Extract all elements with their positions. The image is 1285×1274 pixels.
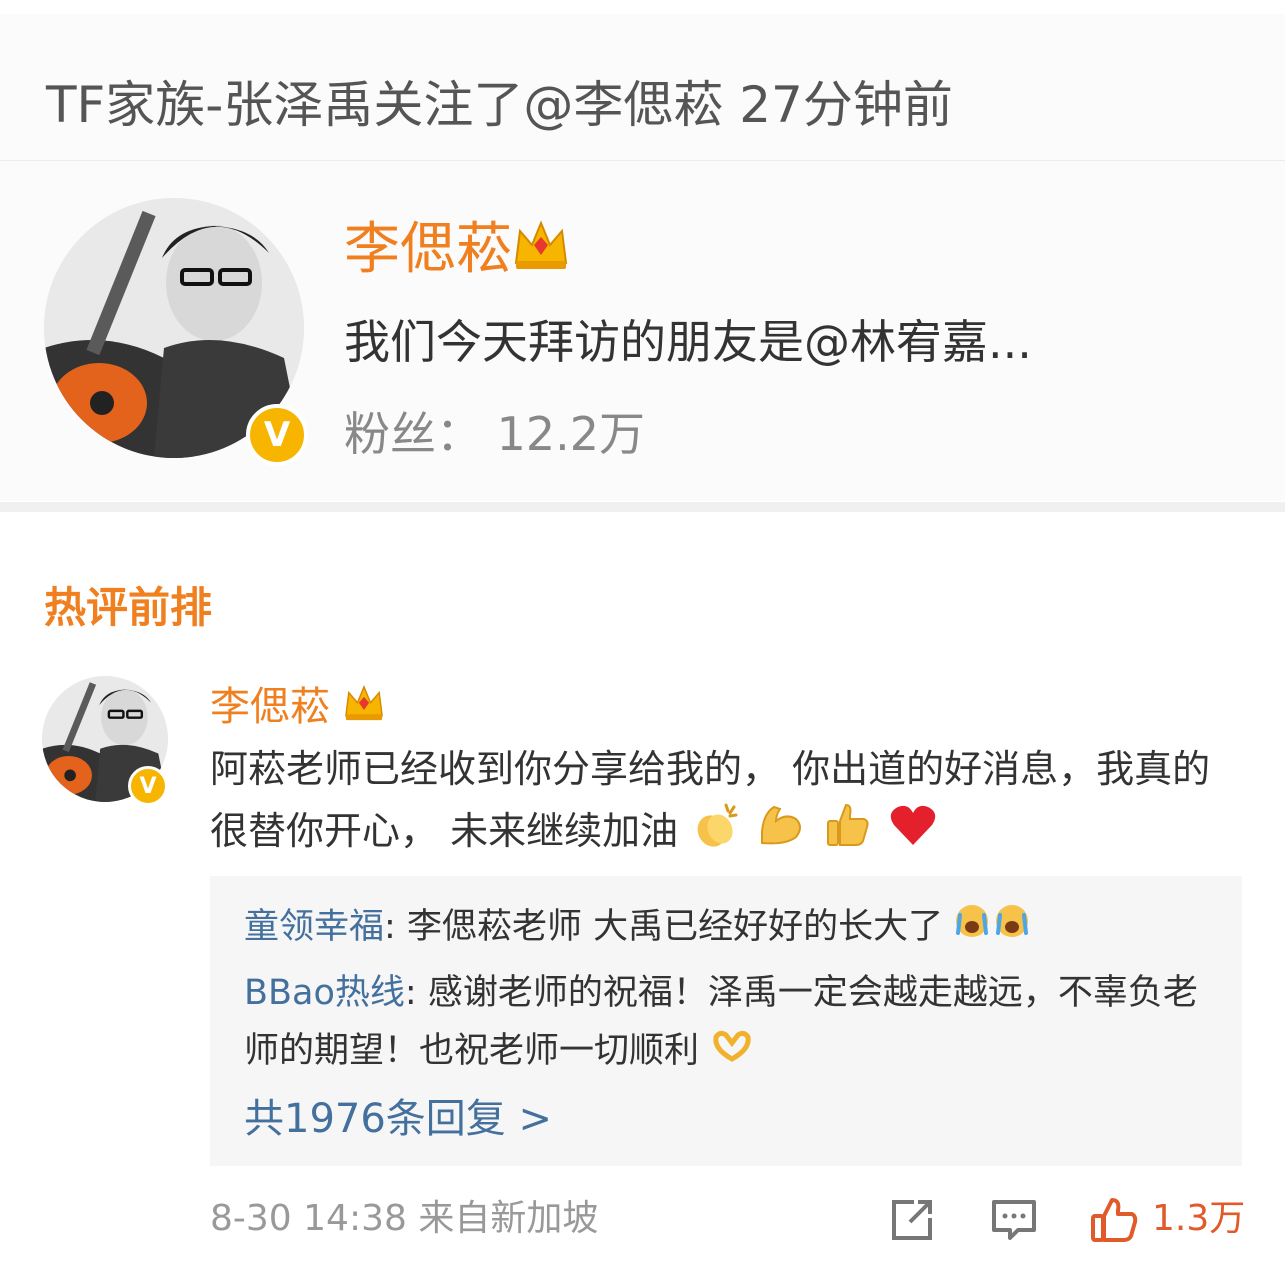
replies-box[interactable]: 童领幸福: 李偲菘老师 大禹已经好好的长大了 BBao热线: 感谢老师的祝福！泽… <box>210 876 1242 1166</box>
hot-comments-title: 热评前排 <box>44 583 213 632</box>
follow-notice-text: TF家族-张泽禹关注了@李偲菘 27分钟前 <box>46 76 953 134</box>
comment-author-row[interactable]: 李偲菘 <box>210 680 385 736</box>
crown-icon <box>512 217 570 289</box>
share-icon[interactable] <box>888 1196 936 1244</box>
comment-icon[interactable] <box>990 1196 1038 1244</box>
clapping-hands-icon <box>690 801 740 867</box>
crying-face-icon <box>954 899 990 957</box>
reply-colon: : <box>384 907 407 947</box>
crying-face-icon <box>994 899 1030 957</box>
comment-source: 来自新加坡 <box>418 1198 599 1239</box>
fans-label: 粉丝： <box>344 407 482 461</box>
comment-verified-badge-icon: V <box>128 766 168 806</box>
comment-author[interactable]: 李偲菘 <box>210 684 330 730</box>
like-count[interactable]: 1.3万 <box>1152 1194 1245 1244</box>
heart-hands-icon <box>710 1023 754 1081</box>
flexed-biceps-icon <box>756 801 806 867</box>
reply-text: 李偲菘老师 大禹已经好好的长大了 <box>406 907 944 947</box>
fans-count: 12.2万 <box>496 407 646 461</box>
user-card-name-row[interactable]: 李偲菘 <box>344 214 570 289</box>
more-replies-link[interactable]: 共1976条回复 > <box>244 1090 552 1148</box>
user-card-name[interactable]: 李偲菘 <box>344 217 512 282</box>
reply-author[interactable]: BBao热线 <box>244 973 405 1013</box>
comment-meta: 8-30 14:38 来自新加坡 <box>210 1194 598 1244</box>
section-divider <box>0 502 1285 512</box>
follow-notice: TF家族-张泽禹关注了@李偲菘 27分钟前 <box>0 14 1285 161</box>
reply-author[interactable]: 童领幸福 <box>244 907 384 947</box>
comment-text: 阿菘老师已经收到你分享给我的， 你出道的好消息，我真的很替你开心， 未来继续加油 <box>210 738 1240 867</box>
thumbs-up-icon <box>822 801 872 867</box>
reply-item[interactable]: 童领幸福: 李偲菘老师 大禹已经好好的长大了 <box>244 898 1224 957</box>
like-icon[interactable] <box>1090 1196 1138 1244</box>
reply-item[interactable]: BBao热线: 感谢老师的祝福！泽禹一定会越走越远，不辜负老师的期望！也祝老师一… <box>244 964 1224 1081</box>
comment-crown-icon <box>343 682 385 736</box>
reply-colon: : <box>404 973 428 1013</box>
user-card-fans: 粉丝： 12.2万 <box>344 404 645 464</box>
verified-badge-icon: V <box>246 404 308 466</box>
user-card-description: 我们今天拜访的朋友是@林宥嘉... <box>344 315 1032 369</box>
red-heart-icon <box>888 801 938 867</box>
comment-timestamp: 8-30 14:38 <box>210 1198 407 1239</box>
